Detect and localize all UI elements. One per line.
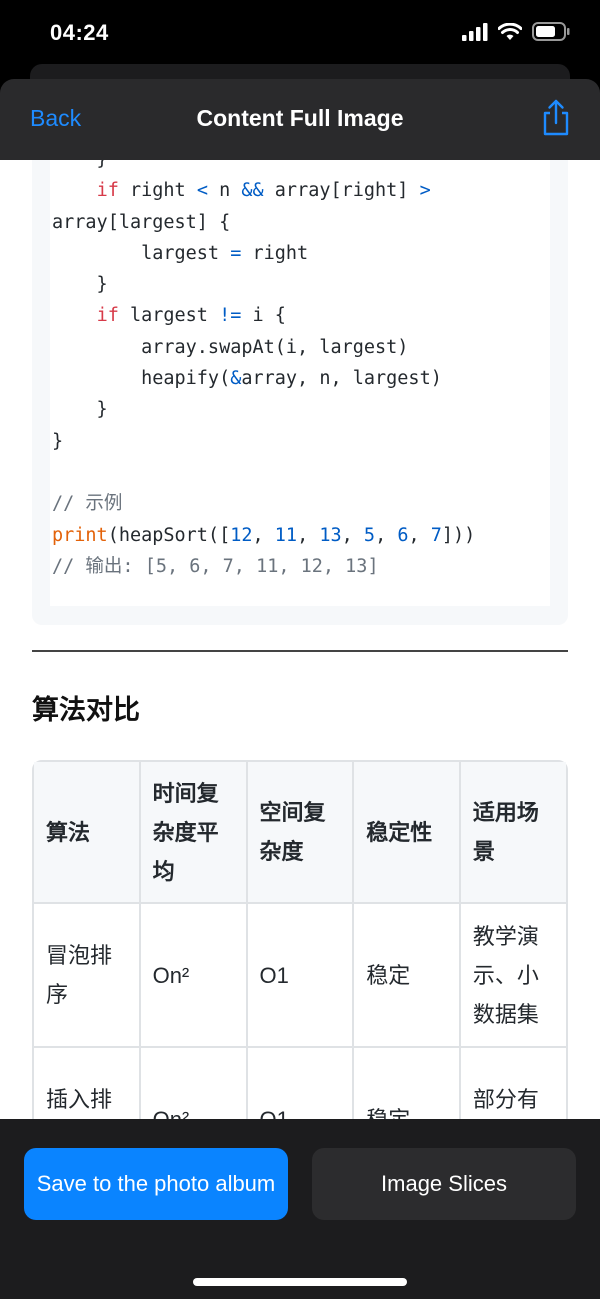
table-header-cell: 空间复杂度 <box>247 762 355 904</box>
wifi-icon <box>498 22 522 40</box>
table-cell: 稳定 <box>354 904 461 1048</box>
code-block: } if right < n && array[right] > array[l… <box>32 160 568 625</box>
content-image[interactable]: } if right < n && array[right] > array[l… <box>0 160 600 1119</box>
table-cell: 稳定 <box>354 1048 461 1119</box>
code-area: } if right < n && array[right] > array[l… <box>50 160 550 606</box>
table-row: 冒泡排序 On² O1 稳定 教学演示、小数据集 <box>34 904 566 1048</box>
table-cell: 插入排序 <box>34 1048 141 1119</box>
table-cell: 教学演示、小数据集 <box>460 904 566 1048</box>
horizontal-divider <box>32 650 568 652</box>
table-header-cell: 稳定性 <box>354 762 461 904</box>
table-cell: 冒泡排序 <box>34 904 141 1048</box>
share-icon[interactable] <box>540 99 572 137</box>
table-cell: 部分有序数据 <box>461 1048 566 1119</box>
status-icons <box>462 22 570 41</box>
page-title: Content Full Image <box>196 105 404 131</box>
table-header-cell: 适用场景 <box>460 762 566 904</box>
home-indicator <box>193 1278 407 1286</box>
navigation-bar: Back Content Full Image <box>0 79 600 160</box>
table-row: 插入排序 On² O1 稳定 部分有序数据 <box>34 1048 566 1119</box>
table-cell: O1 <box>247 904 355 1048</box>
table-header-cell: 时间复杂度平均 <box>140 762 248 904</box>
signal-icon <box>462 22 488 41</box>
comparison-table: 算法 时间复杂度平均 空间复杂度 稳定性 适用场景 冒泡排序 On² O1 稳定… <box>32 760 568 1119</box>
table-header-cell: 算法 <box>34 762 141 904</box>
image-slices-button[interactable]: Image Slices <box>312 1148 576 1220</box>
status-time: 04:24 <box>50 20 109 45</box>
table-header-row: 算法 时间复杂度平均 空间复杂度 稳定性 适用场景 <box>34 762 566 904</box>
battery-icon <box>532 22 570 41</box>
code-text: } if right < n && array[right] > array[l… <box>52 160 476 577</box>
save-to-album-button[interactable]: Save to the photo album <box>24 1148 288 1220</box>
bottom-action-bar: Save to the photo album Image Slices <box>0 1119 600 1299</box>
status-bar: 04:24 <box>0 0 600 70</box>
table-cell: O1 <box>248 1048 355 1119</box>
table-cell: On² <box>140 904 248 1048</box>
section-heading: 算法对比 <box>32 695 140 725</box>
table-cell: On² <box>141 1048 248 1119</box>
